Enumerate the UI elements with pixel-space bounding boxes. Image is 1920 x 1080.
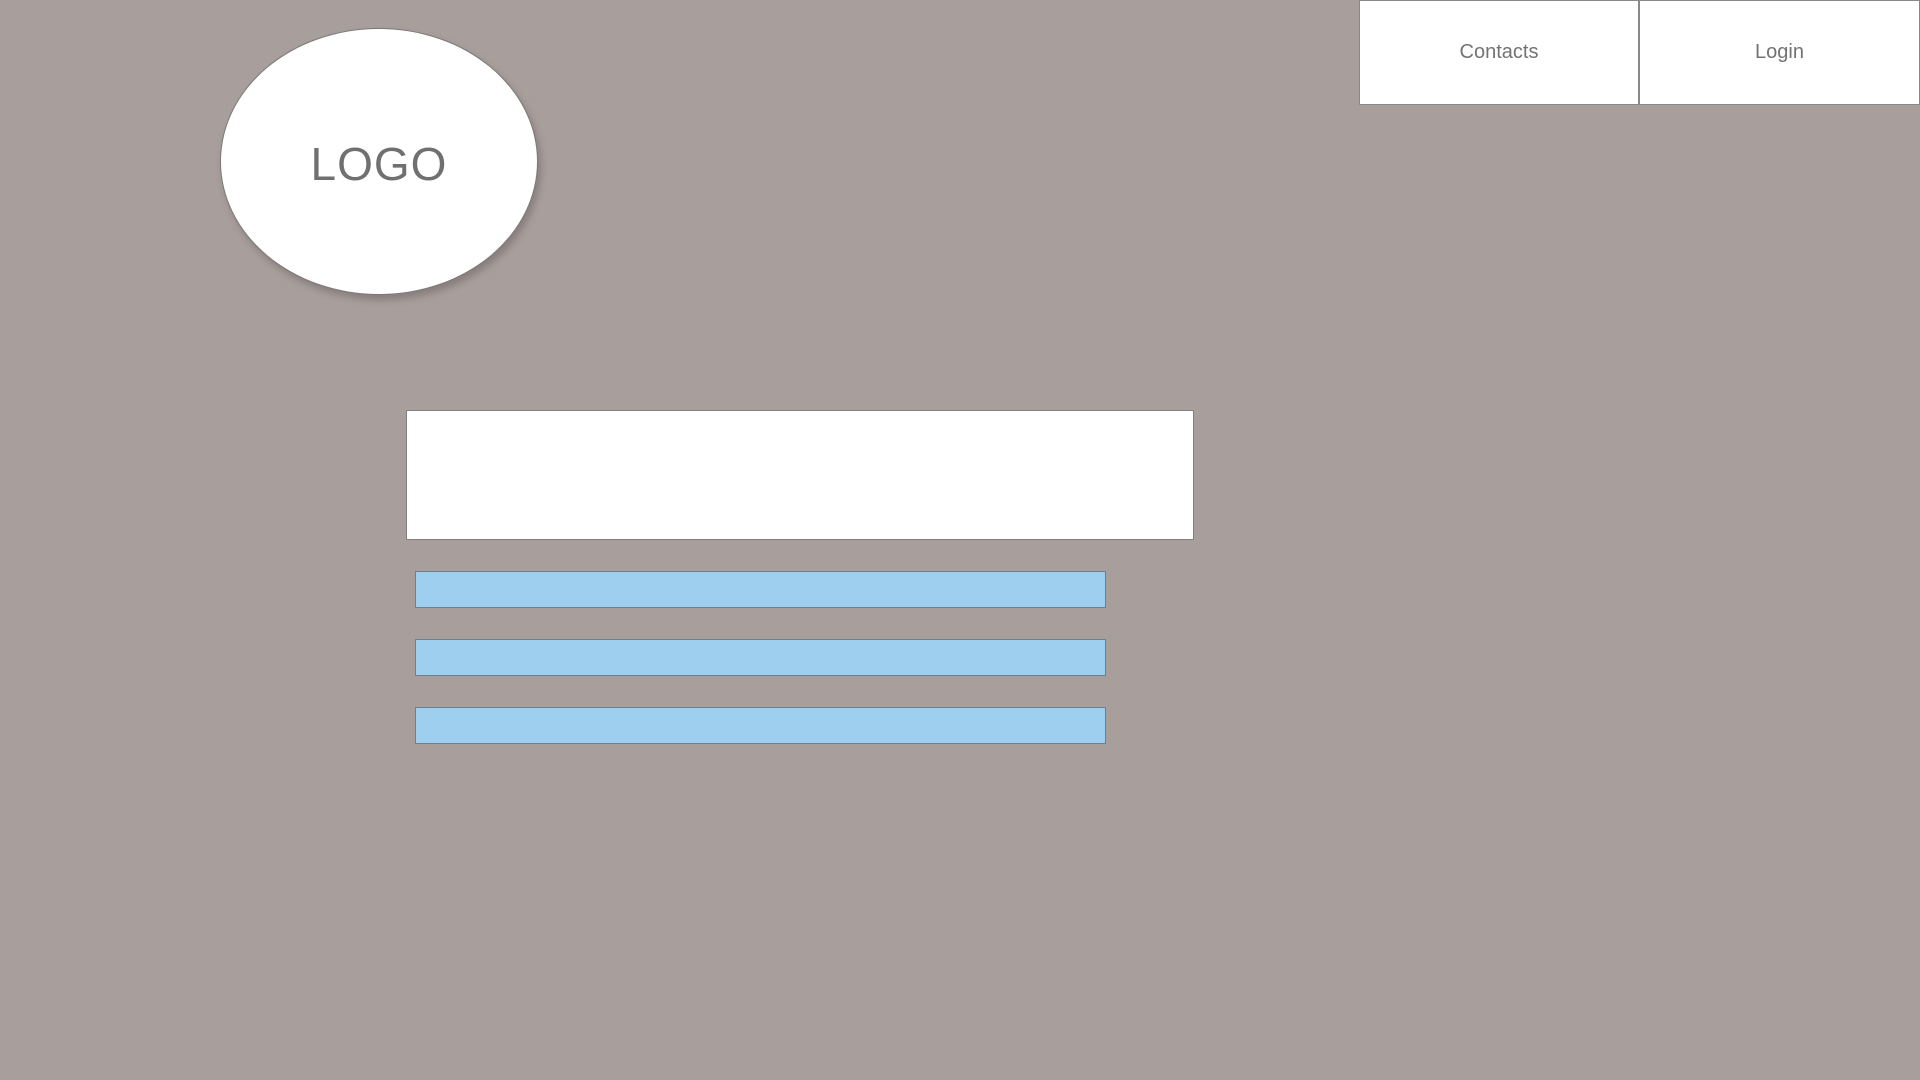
nav-contacts-button[interactable]: Contacts (1359, 0, 1639, 105)
top-navigation: Contacts Login (1359, 0, 1920, 105)
logo-placeholder: LOGO (220, 28, 538, 295)
content-bar-1 (415, 571, 1106, 608)
logo-text: LOGO (310, 137, 448, 190)
content-bar-3 (415, 707, 1106, 744)
nav-login-button[interactable]: Login (1639, 0, 1920, 105)
main-content-panel (406, 410, 1194, 540)
page: LOGO Contacts Login (0, 0, 1920, 1080)
content-bar-2 (415, 639, 1106, 676)
